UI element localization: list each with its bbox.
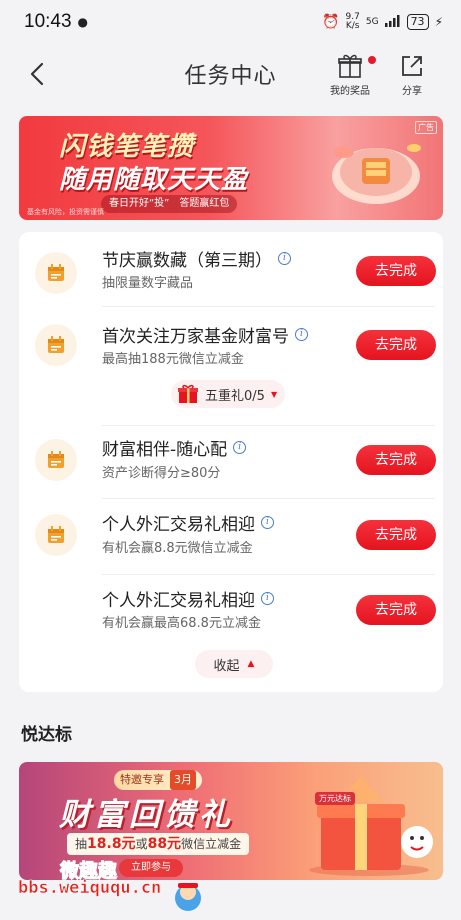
task-list-card: 节庆赢数藏（第三期） i 抽限量数字藏品 去完成 首次关注万家基金财富号 i 最… <box>19 232 443 692</box>
info-icon[interactable]: i <box>233 441 247 454</box>
share-icon <box>402 56 422 76</box>
complete-task-button[interactable]: 去完成 <box>356 445 436 475</box>
alarm-icon: ⏰ <box>322 14 340 30</box>
task-title-text: 个人外汇交易礼相迎 <box>102 515 255 535</box>
section-title: 悦达标 <box>21 725 72 745</box>
chevron-down-icon: ▼ <box>270 389 278 399</box>
speed-unit: K/s <box>345 21 360 31</box>
complete-task-button[interactable]: 去完成 <box>356 256 436 286</box>
task-subtitle: 有机会赢最高68.8元立减金 <box>102 616 261 631</box>
task-subtitle: 资产诊断得分≥80分 <box>102 466 221 481</box>
banner-title: 财富回馈礼 <box>59 797 234 833</box>
calendar-icon <box>35 324 77 366</box>
mascot-icon <box>175 883 201 911</box>
share-button[interactable]: 分享 <box>398 52 426 97</box>
my-prizes-label: 我的奖品 <box>330 86 370 97</box>
network-speed: 9.7 K/s <box>346 13 360 31</box>
banner-pill-left: 春日开好“投” <box>109 198 170 209</box>
share-label: 分享 <box>402 86 422 97</box>
info-icon[interactable]: i <box>261 592 274 605</box>
banner-pill-right: 答题赢红包 <box>179 198 230 209</box>
page-title: 任务中心 <box>184 64 277 89</box>
sub-suffix: 微信立减金 <box>181 837 242 851</box>
complete-task-button[interactable]: 去完成 <box>356 595 436 625</box>
promo-banner[interactable]: 广告 闪钱笔笔攒 随用随取天天盈 春日开好“投” 答题赢红包 基金有风险，投资需… <box>19 116 443 220</box>
banner-headline-2: 随用随取天天盈 <box>59 165 249 195</box>
collapse-label: 收起 <box>213 658 240 674</box>
header: 任务中心 我的奖品 分享 <box>0 44 461 104</box>
penguin-icon: ● <box>77 15 89 29</box>
task-subtitle: 有机会赢8.8元微信立减金 <box>102 541 253 556</box>
task-title: 节庆赢数藏（第三期） i <box>102 246 291 271</box>
gift-box-icon <box>178 384 198 403</box>
complete-task-button[interactable]: 去完成 <box>356 520 436 550</box>
divider <box>102 574 435 575</box>
amount-1: 18.8元 <box>87 836 136 852</box>
signal-icon <box>384 14 401 30</box>
watermark-url: bbs.weiququ.cn <box>18 878 162 899</box>
banner-pill: 春日开好“投” 答题赢红包 <box>101 195 238 213</box>
gift-box-illustration <box>309 776 433 876</box>
amount-2: 88元 <box>147 836 182 852</box>
task-title-text: 个人外汇交易礼相迎 <box>102 591 255 611</box>
task-title: 个人外汇交易礼相迎 i <box>102 586 274 611</box>
banner-tag-text: 特邀专享 <box>120 773 164 786</box>
info-icon[interactable]: i <box>295 328 308 341</box>
sub-prefix: 抽 <box>75 837 88 851</box>
task-title: 财富相伴-随心配 i <box>102 435 247 460</box>
charging-icon: ⚡ <box>434 15 443 29</box>
collapse-button[interactable]: 收起 ▲ <box>195 650 273 678</box>
banner-subtitle: 抽18.8元或88元微信立减金 <box>67 833 250 855</box>
task-subtitle: 抽限量数字藏品 <box>102 276 194 291</box>
calendar-icon <box>35 439 77 481</box>
divider <box>102 425 435 426</box>
five-gifts-progress[interactable]: 五重礼0/5 ▼ <box>171 380 286 408</box>
banner-headline-1: 闪钱笔笔攒 <box>59 132 195 162</box>
banner-disclaimer: 基金有风险，投资需谨慎 <box>27 208 104 216</box>
network-type: 5G <box>365 17 379 27</box>
chevron-up-icon: ▲ <box>247 659 255 669</box>
piggy-bank-illustration <box>332 144 421 204</box>
site-watermark: 微趣趣 bbs.weiququ.cn <box>18 856 218 916</box>
box-label: 万元达标 <box>315 792 355 805</box>
task-title-text: 节庆赢数藏（第三期） <box>102 251 272 271</box>
status-bar: 10:43 ● ⏰ 9.7 K/s 5G 73 ⚡ <box>0 0 461 44</box>
status-time: 10:43 <box>24 11 72 32</box>
five-gifts-label: 五重礼0/5 <box>205 388 265 404</box>
calendar-icon <box>35 252 77 294</box>
battery-level: 73 <box>406 14 429 30</box>
divider <box>102 306 435 307</box>
info-icon[interactable]: i <box>278 252 291 265</box>
sub-mid: 或 <box>135 837 148 851</box>
divider <box>102 498 435 499</box>
notification-dot <box>368 56 376 64</box>
complete-task-button[interactable]: 去完成 <box>356 330 436 360</box>
banner-month: 3月 <box>170 770 196 790</box>
my-prizes-button[interactable]: 我的奖品 <box>330 52 376 97</box>
task-title-text: 财富相伴-随心配 <box>102 440 228 460</box>
task-title-text: 首次关注万家基金财富号 <box>102 327 289 347</box>
gift-icon <box>338 54 362 78</box>
banner-tag: 特邀专享 3月 <box>114 770 202 790</box>
calendar-icon <box>35 514 77 556</box>
info-icon[interactable]: i <box>261 516 274 529</box>
task-title: 首次关注万家基金财富号 i <box>102 322 308 347</box>
task-subtitle: 最高抽188元微信立减金 <box>102 352 244 367</box>
task-title: 个人外汇交易礼相迎 i <box>102 510 274 535</box>
